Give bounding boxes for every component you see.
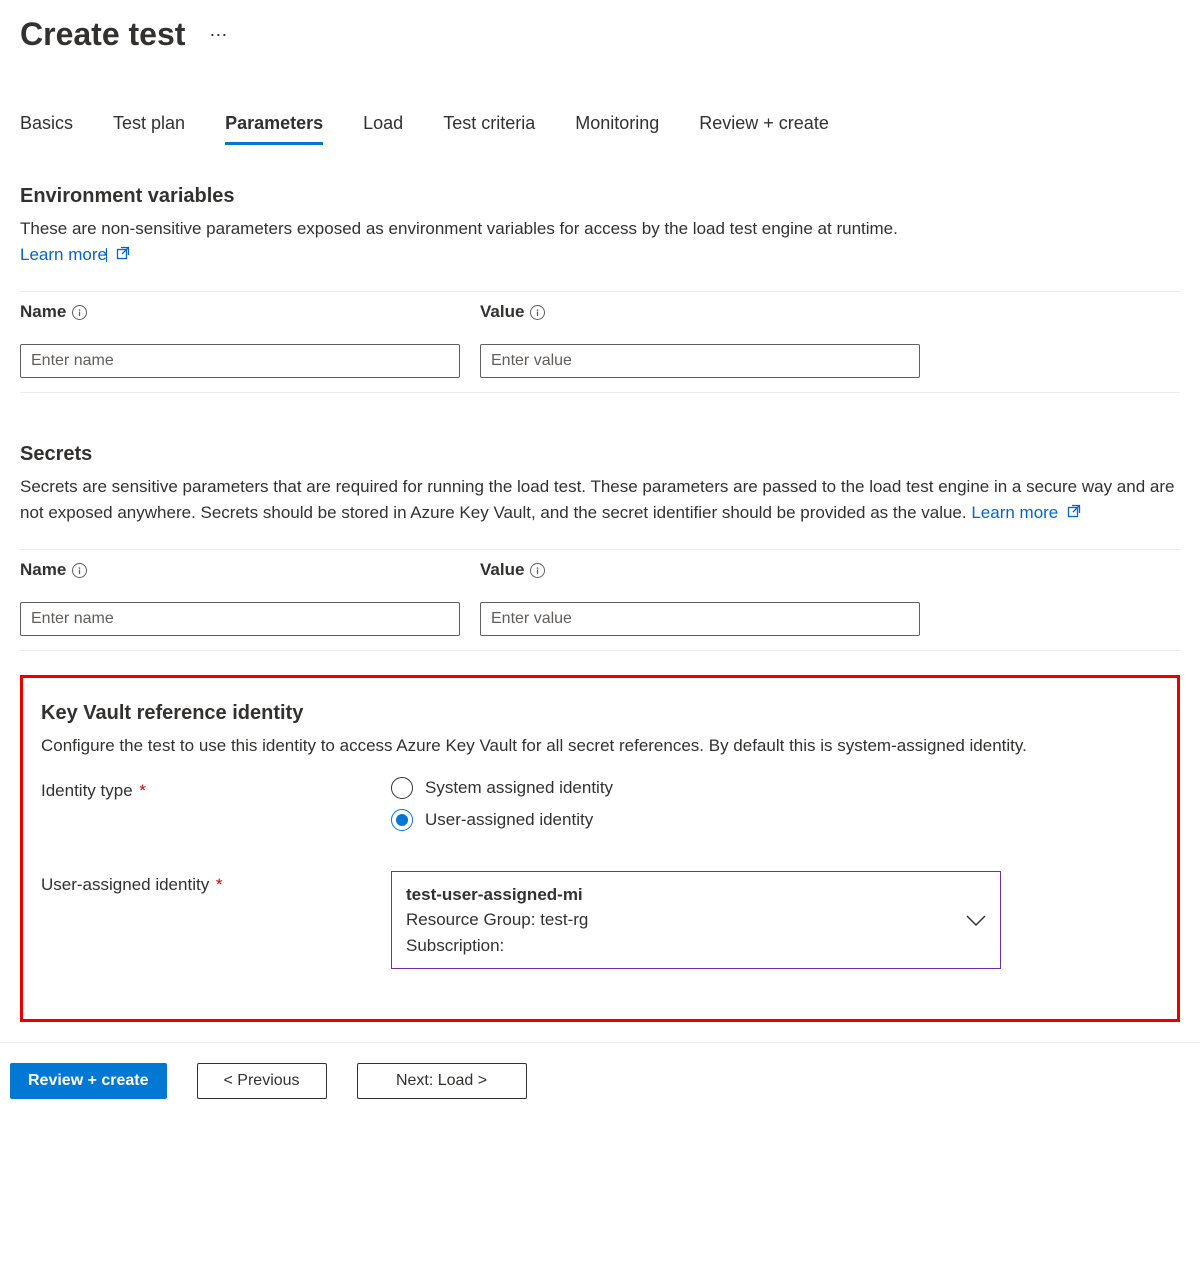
tab-monitoring[interactable]: Monitoring bbox=[575, 113, 659, 145]
secrets-col-name: Name bbox=[20, 550, 460, 586]
next-button[interactable]: Next: Load > bbox=[357, 1063, 527, 1099]
dropdown-subscription: Subscription: bbox=[406, 933, 588, 959]
identity-radio-group: System assigned identity User-assigned i… bbox=[391, 777, 613, 831]
tab-bar: Basics Test plan Parameters Load Test cr… bbox=[20, 113, 1180, 145]
radio-user-assigned[interactable]: User-assigned identity bbox=[391, 809, 613, 831]
external-link-icon bbox=[116, 242, 130, 268]
page-header: Create test ⋯ bbox=[20, 16, 1180, 53]
chevron-down-icon bbox=[966, 907, 986, 933]
env-value-input[interactable] bbox=[480, 344, 920, 378]
wizard-footer: Review + create < Previous Next: Load > bbox=[0, 1043, 1200, 1119]
user-identity-label: User-assigned identity * bbox=[41, 871, 391, 895]
tab-load[interactable]: Load bbox=[363, 113, 403, 145]
env-name-input[interactable] bbox=[20, 344, 460, 378]
info-icon[interactable] bbox=[72, 305, 87, 320]
tab-parameters[interactable]: Parameters bbox=[225, 113, 323, 145]
user-identity-dropdown[interactable]: test-user-assigned-mi Resource Group: te… bbox=[391, 871, 1001, 970]
info-icon[interactable] bbox=[530, 563, 545, 578]
key-vault-section: Key Vault reference identity Configure t… bbox=[20, 675, 1180, 1022]
env-vars-table: Name Value bbox=[20, 291, 1180, 393]
more-icon[interactable]: ⋯ bbox=[209, 26, 228, 44]
tab-test-criteria[interactable]: Test criteria bbox=[443, 113, 535, 145]
secrets-desc: Secrets are sensitive parameters that ar… bbox=[20, 474, 1180, 525]
dropdown-resource-group: Resource Group: test-rg bbox=[406, 907, 588, 933]
secret-name-input[interactable] bbox=[20, 602, 460, 636]
previous-button[interactable]: < Previous bbox=[197, 1063, 327, 1099]
radio-system-assigned[interactable]: System assigned identity bbox=[391, 777, 613, 799]
identity-type-row: Identity type * System assigned identity… bbox=[41, 777, 1159, 831]
kv-heading: Key Vault reference identity bbox=[41, 702, 1159, 725]
secrets-col-value: Value bbox=[480, 550, 920, 586]
radio-icon bbox=[391, 809, 413, 831]
dropdown-title: test-user-assigned-mi bbox=[406, 882, 588, 908]
user-identity-row: User-assigned identity * test-user-assig… bbox=[41, 871, 1159, 970]
tab-basics[interactable]: Basics bbox=[20, 113, 73, 145]
env-col-value: Value bbox=[480, 292, 920, 328]
env-learn-more-link[interactable]: Learn more bbox=[20, 245, 130, 264]
tab-review-create[interactable]: Review + create bbox=[699, 113, 829, 145]
secrets-learn-more-link[interactable]: Learn more bbox=[971, 503, 1081, 522]
identity-type-label: Identity type * bbox=[41, 777, 391, 801]
kv-desc: Configure the test to use this identity … bbox=[41, 733, 1159, 759]
secrets-heading: Secrets bbox=[20, 443, 1180, 466]
secrets-table: Name Value bbox=[20, 549, 1180, 651]
page-title: Create test bbox=[20, 16, 185, 53]
external-link-icon bbox=[1067, 500, 1081, 526]
info-icon[interactable] bbox=[530, 305, 545, 320]
env-col-name: Name bbox=[20, 292, 460, 328]
env-vars-desc: These are non-sensitive parameters expos… bbox=[20, 216, 1180, 267]
review-create-button[interactable]: Review + create bbox=[10, 1063, 167, 1099]
info-icon[interactable] bbox=[72, 563, 87, 578]
radio-icon bbox=[391, 777, 413, 799]
env-vars-heading: Environment variables bbox=[20, 185, 1180, 208]
tab-test-plan[interactable]: Test plan bbox=[113, 113, 185, 145]
secret-value-input[interactable] bbox=[480, 602, 920, 636]
